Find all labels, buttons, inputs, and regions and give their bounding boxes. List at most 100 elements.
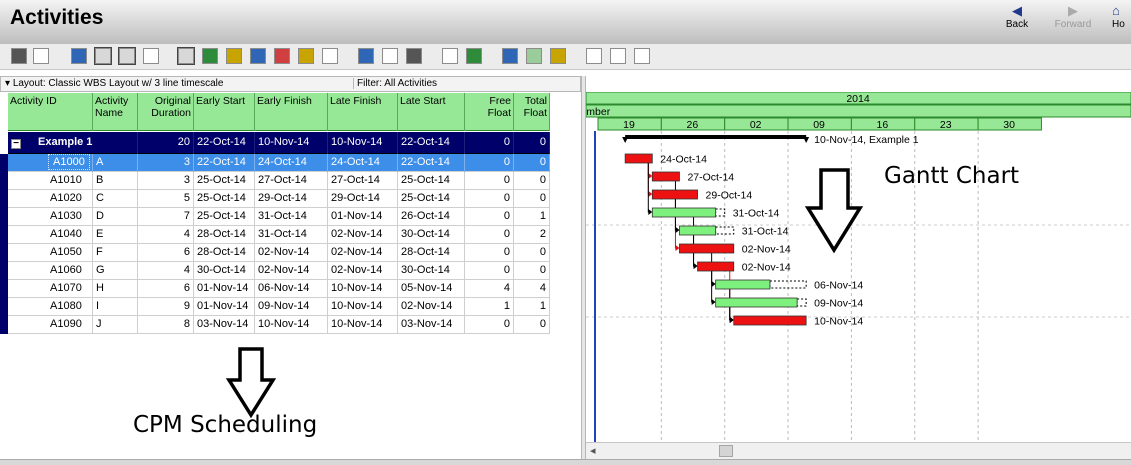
dependency-arrow [648, 173, 653, 179]
column-header-ef[interactable]: Early Finish [255, 93, 328, 131]
gantt-horizontal-scrollbar[interactable]: ◂ [586, 442, 1131, 459]
filter-icon[interactable] [442, 48, 458, 64]
home-button[interactable]: ⌂ Ho [1112, 3, 1131, 30]
cell-es: 25-Oct-14 [194, 172, 255, 190]
cell-name[interactable]: I [93, 298, 138, 316]
wbs-band [0, 154, 8, 334]
cell-name[interactable]: J [93, 316, 138, 334]
dependency-arrow [711, 299, 716, 305]
cell-id[interactable]: A1040 [8, 226, 93, 244]
dependency-link [693, 211, 716, 267]
forward-button[interactable]: ▶ Forward [1048, 3, 1098, 30]
cell-id[interactable]: A1060 [8, 262, 93, 280]
cell-es: 25-Oct-14 [194, 208, 255, 226]
progress-icon[interactable] [322, 48, 338, 64]
cell-dur: 8 [138, 316, 194, 334]
cell-name[interactable]: E [93, 226, 138, 244]
cell-name[interactable]: F [93, 244, 138, 262]
cell-name[interactable]: D [93, 208, 138, 226]
cpm-scheduling-annotation: CPM Scheduling [133, 412, 318, 438]
print-preview-icon[interactable] [33, 48, 49, 64]
cell-name[interactable]: B [93, 172, 138, 190]
timescale-week-label: 16 [877, 119, 889, 131]
cell-id[interactable]: A1070 [8, 280, 93, 298]
cell-id[interactable]: A1080 [8, 298, 93, 316]
cell-id[interactable]: A1090 [8, 316, 93, 334]
cell-ef: 09-Nov-14 [255, 298, 328, 316]
columns-icon[interactable] [71, 48, 87, 64]
activity-bar-label: 24-Oct-14 [660, 154, 707, 166]
resource-profile-icon[interactable] [274, 48, 290, 64]
table-row[interactable]: A1070 H 6 01-Nov-14 06-Nov-14 10-Nov-14 05-Nov… [8, 280, 550, 298]
timescale-icon[interactable] [466, 48, 482, 64]
table-row[interactable]: A1010 B 3 25-Oct-14 27-Oct-14 27-Oct-14 25-Oct… [8, 172, 550, 190]
forward-arrow-icon: ▶ [1068, 3, 1078, 18]
details-icon[interactable] [202, 48, 218, 64]
wbs-row[interactable]: − Example 1 20 22-Oct-14 10-Nov-14 10-Nov-14 2… [8, 132, 550, 154]
column-header-lf[interactable]: Late Finish [328, 93, 398, 131]
cell-id[interactable]: A1010 [8, 172, 93, 190]
cell-ef: 29-Oct-14 [255, 190, 328, 208]
cell-ff: 1 [465, 298, 514, 316]
cell-id[interactable]: A1020 [8, 190, 93, 208]
cell-name[interactable]: A [93, 154, 138, 172]
print-icon[interactable] [11, 48, 27, 64]
cell-name[interactable]: H [93, 280, 138, 298]
layout-selector[interactable]: ▾ Layout: Classic WBS Layout w/ 3 line t… [5, 78, 223, 89]
highlight-icon[interactable] [550, 48, 566, 64]
back-label: Back [1005, 19, 1029, 30]
column-header-es[interactable]: Early Start [194, 93, 255, 131]
column-header-tf[interactable]: Total Float [514, 93, 550, 131]
cell-id[interactable]: A1000 [8, 154, 93, 172]
cell-dur: 5 [138, 190, 194, 208]
table-toggle-icon[interactable] [94, 47, 112, 65]
cell-ef: 02-Nov-14 [255, 244, 328, 262]
cell-ls: 02-Nov-14 [398, 298, 465, 316]
trace-logic-icon[interactable] [298, 48, 314, 64]
bars-icon[interactable] [406, 48, 422, 64]
cell-id[interactable]: A1050 [8, 244, 93, 262]
table-row[interactable]: A1060 G 4 30-Oct-14 02-Nov-14 02-Nov-14 30-Oct… [8, 262, 550, 280]
scroll-thumb[interactable] [719, 445, 733, 457]
cell-name[interactable]: G [93, 262, 138, 280]
table-row[interactable]: A1050 F 6 28-Oct-14 02-Nov-14 02-Nov-14 28-Oct… [8, 244, 550, 262]
column-header-name[interactable]: Activity Name [93, 93, 138, 131]
column-header-ff[interactable]: Free Float [465, 93, 514, 131]
group-sort-icon[interactable] [358, 48, 374, 64]
timescale-week-label: 19 [623, 119, 635, 131]
column-header-ls[interactable]: Late Start [398, 93, 465, 131]
cell-tf: 4 [514, 280, 550, 298]
table-row[interactable]: A1080 I 9 01-Nov-14 09-Nov-14 10-Nov-14 02-Nov… [8, 298, 550, 316]
table-row[interactable]: A1090 J 8 03-Nov-14 10-Nov-14 10-Nov-14 03-Nov… [8, 316, 550, 334]
table-row[interactable]: A1020 C 5 25-Oct-14 29-Oct-14 29-Oct-14 25-Oct… [8, 190, 550, 208]
scroll-left-icon[interactable]: ◂ [590, 444, 596, 457]
cell-ef: 06-Nov-14 [255, 280, 328, 298]
cell-es: 28-Oct-14 [194, 244, 255, 262]
back-button[interactable]: ◀ Back [998, 3, 1036, 30]
activity-bar-label: 06-Nov-14 [814, 280, 863, 292]
wbs-cell-es: 22-Oct-14 [194, 132, 255, 154]
resource-usage-icon[interactable] [250, 48, 266, 64]
column-header-dur[interactable]: Original Duration [138, 93, 194, 131]
zoom-fit-icon[interactable] [634, 48, 650, 64]
cell-lf: 10-Nov-14 [328, 280, 398, 298]
level-icon[interactable] [526, 48, 542, 64]
table-row[interactable]: A1040 E 4 28-Oct-14 31-Oct-14 02-Nov-14 30-Oct… [8, 226, 550, 244]
cell-tf: 0 [514, 172, 550, 190]
network-icon[interactable] [143, 48, 159, 64]
cell-ls: 26-Oct-14 [398, 208, 465, 226]
zoom-in-icon[interactable] [586, 48, 602, 64]
column-header-id[interactable]: Activity ID [8, 93, 93, 131]
activity-id-focus[interactable]: A1000 [48, 154, 90, 170]
table-row[interactable]: A1000 A 3 22-Oct-14 24-Oct-14 24-Oct-14 22-Oct… [8, 154, 550, 172]
cell-name[interactable]: C [93, 190, 138, 208]
bottom-layout-icon[interactable] [177, 47, 195, 65]
table-row[interactable]: A1030 D 7 25-Oct-14 31-Oct-14 01-Nov-14 26-Oct… [8, 208, 550, 226]
gantt-toggle-icon[interactable] [118, 47, 136, 65]
columns-layout-icon[interactable] [382, 48, 398, 64]
cell-id[interactable]: A1030 [8, 208, 93, 226]
schedule-icon[interactable] [502, 48, 518, 64]
zoom-out-icon[interactable] [610, 48, 626, 64]
filter-label[interactable]: Filter: All Activities [353, 78, 437, 89]
histogram-icon[interactable] [226, 48, 242, 64]
